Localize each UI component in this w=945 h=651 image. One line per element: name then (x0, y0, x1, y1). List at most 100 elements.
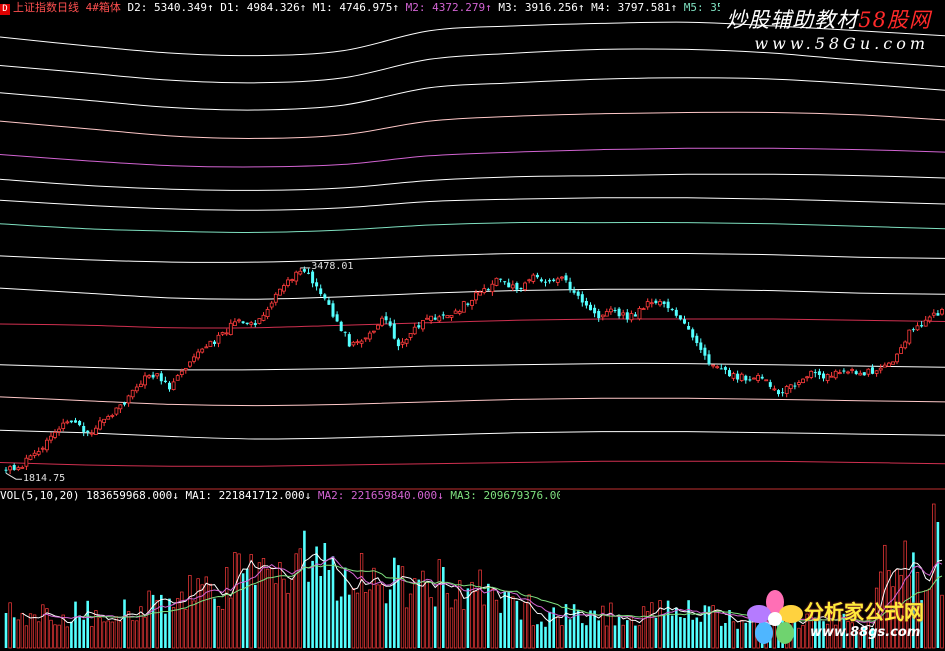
volume-bar (323, 543, 327, 648)
candle-body (850, 369, 854, 371)
volume-bar (4, 613, 8, 648)
volume-bar (421, 570, 425, 649)
volume-bar (609, 602, 613, 649)
candle-body (273, 293, 278, 303)
candle-body (388, 321, 392, 326)
candle-body (748, 379, 752, 381)
candle-body (711, 364, 715, 367)
volume-ma-item-2: MA3: 209679376.000↓ (450, 489, 560, 502)
candle-body (380, 317, 384, 326)
volume-bar (581, 623, 584, 648)
band-line-7 (0, 221, 945, 233)
candle-body (102, 418, 106, 423)
volume-bar (311, 560, 314, 648)
volume-bar (695, 617, 699, 648)
candle-body (408, 332, 413, 338)
volume-bar (331, 556, 335, 648)
volume-bar (41, 604, 45, 649)
volume-bar (265, 568, 270, 649)
volume-bar (675, 607, 678, 648)
volume-bar (164, 613, 167, 648)
volume-bar (393, 557, 396, 648)
candle-body (858, 372, 863, 376)
candle-body (837, 372, 842, 375)
candle-body (204, 346, 209, 349)
volume-bar (216, 606, 221, 649)
low-annotation-line (5, 472, 22, 480)
volume-bar (348, 594, 351, 648)
volume-bar (213, 598, 216, 648)
chart-stage[interactable]: D 上证指数日线 4#箱体 D2: 5340.349↑ D1: 4984.326↑… (0, 0, 945, 651)
candle-body (110, 414, 115, 417)
volume-bar (249, 554, 253, 649)
candle-body (151, 374, 155, 378)
volume-value: 183659968.000 (86, 489, 173, 502)
candle-body (874, 370, 879, 374)
candle-body (564, 275, 568, 281)
band-line-11 (0, 362, 945, 371)
header-item-6: M5: 3560 (683, 1, 720, 14)
volume-bar (703, 605, 707, 648)
volume-bar (449, 607, 454, 649)
volume-bar (544, 626, 547, 648)
volume-bar (143, 616, 147, 649)
candle-body (813, 372, 817, 374)
volume-name: VOL(5,10,20) (0, 489, 80, 502)
candle-body (20, 466, 25, 469)
candle-body (147, 375, 152, 378)
candle-body (915, 325, 920, 331)
band-line-4 (0, 147, 945, 168)
volume-bar (679, 617, 682, 648)
site-logo[interactable]: 分析家公式网 www.88gs.com (744, 588, 944, 650)
candle-body (429, 315, 434, 322)
candle-body (731, 373, 736, 379)
candle-body (441, 314, 445, 316)
candle-body (179, 370, 184, 376)
candle-body (315, 282, 319, 287)
candle-body (923, 319, 928, 327)
volume-bar (683, 618, 686, 648)
volume-bar (597, 620, 600, 648)
candle-body (719, 368, 723, 370)
candle-body (420, 320, 425, 330)
candle-body (887, 362, 891, 367)
volume-bar (437, 559, 441, 649)
candle-body (940, 308, 944, 315)
header-item-5: M4: 3797.581↑ (584, 1, 678, 14)
candle-body (854, 371, 858, 374)
candle-body (936, 313, 940, 316)
volume-header: VOL(5,10,20) 183659968.000↓ MA1: 2218417… (0, 489, 560, 503)
header-icon[interactable]: D (0, 4, 10, 15)
volume-bar (241, 573, 245, 648)
candle-body (641, 308, 646, 311)
candle-body (375, 324, 380, 330)
volume-bar (257, 562, 262, 649)
price-chart[interactable] (0, 0, 945, 651)
volume-bar (433, 606, 437, 648)
volume-bar (662, 614, 666, 648)
candle-body (400, 341, 405, 345)
candle-body (257, 318, 262, 324)
volume-bar (425, 582, 429, 649)
candle-body (891, 361, 895, 365)
candle-body (277, 288, 282, 296)
volume-bar (613, 625, 617, 648)
volume-bar (376, 584, 380, 649)
volume-bar (65, 626, 69, 649)
candle-body (805, 376, 809, 379)
volume-ma-item-0: MA1: 221841712.000↓ (178, 489, 312, 502)
candle-body (28, 455, 33, 460)
volume-bar (151, 594, 155, 648)
candle-body (645, 301, 650, 308)
candle-body (728, 370, 731, 377)
candle-body (560, 276, 564, 279)
low-price-label: 1814.75 (23, 473, 66, 485)
candle-body (691, 329, 695, 338)
watermark-url: www.58Gu.com (754, 34, 929, 53)
candle-body (126, 395, 131, 404)
candle-body (396, 339, 400, 347)
candle-body (155, 373, 160, 377)
volume-bar (404, 607, 409, 649)
volume-bar (32, 614, 37, 649)
candle-body (323, 294, 327, 299)
